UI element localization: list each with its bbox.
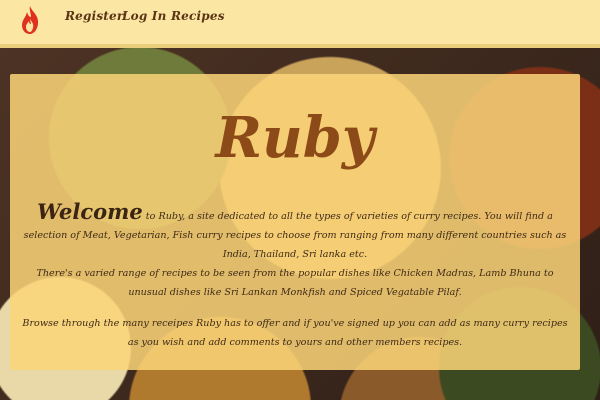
nav-recipes-link[interactable]: Recipes <box>171 9 225 23</box>
welcome-heading: Welcome <box>37 199 143 224</box>
flame-icon[interactable] <box>19 5 41 35</box>
welcome-panel: Ruby Welcome to Ruby, a site dedicated t… <box>10 74 580 370</box>
nav-login-link[interactable]: Log In <box>122 9 167 23</box>
navbar: Register Log In Recipes <box>0 0 600 48</box>
browse-paragraph: Browse through the many receipes Ruby ha… <box>22 318 568 348</box>
nav-register-link[interactable]: Register <box>65 9 123 23</box>
dishes-paragraph: There's a varied range of recipes to be … <box>36 268 554 298</box>
page-title: Ruby <box>215 105 375 171</box>
intro-paragraph: Welcome to Ruby, a site dedicated to all… <box>22 199 568 264</box>
